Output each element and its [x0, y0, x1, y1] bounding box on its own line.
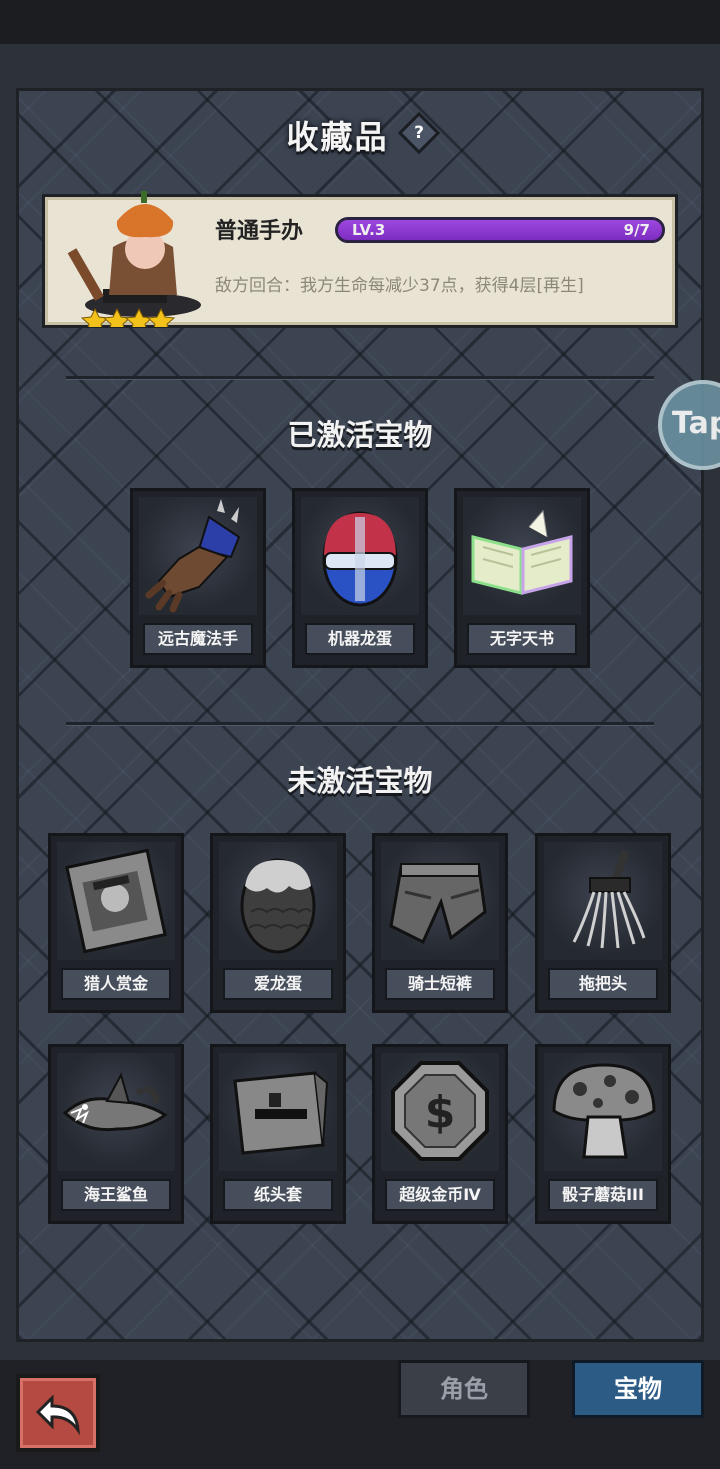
treasure-tile[interactable]: 猎人赏金: [48, 833, 184, 1013]
shark-icon: [62, 1072, 168, 1132]
treasure-tile[interactable]: 纸头套: [210, 1044, 346, 1224]
level-progress-fill: [338, 220, 662, 240]
figure-description: 敌方回合：我方生命每减少37点，获得4层[再生]: [215, 276, 584, 296]
treasure-tile[interactable]: 拖把头: [535, 833, 671, 1013]
egg-icon: [240, 858, 316, 954]
book-icon: [471, 509, 573, 595]
treasure-label: 爱龙蛋: [223, 968, 333, 1000]
treasure-tile[interactable]: 海王鲨鱼: [48, 1044, 184, 1224]
treasure-label: 拖把头: [548, 968, 658, 1000]
treasure-tile[interactable]: 骰子蘑菇III: [535, 1044, 671, 1224]
back-arrow-icon: [35, 1394, 80, 1436]
tab-role[interactable]: 角色: [398, 1360, 530, 1418]
treasure-tile[interactable]: 远古魔法手: [130, 488, 266, 668]
status-bar: [0, 0, 720, 44]
inactive-section-title: 未激活宝物: [287, 764, 433, 798]
tab-treasure[interactable]: 宝物: [572, 1360, 704, 1418]
mushroom-icon: [552, 1063, 656, 1159]
tap-label: Tap: [672, 406, 720, 441]
treasure-tile[interactable]: 爱龙蛋: [210, 833, 346, 1013]
treasure-label: 无字天书: [467, 623, 577, 655]
gauntlet-icon: [145, 499, 241, 613]
help-button[interactable]: ?: [397, 111, 440, 155]
paper-bag-icon: [233, 1071, 329, 1155]
level-label: LV.3: [352, 221, 386, 239]
page-title: 收藏品: [286, 118, 389, 156]
treasure-label: 纸头套: [223, 1179, 333, 1211]
shorts-icon: [389, 863, 487, 945]
treasure-label: 骰子蘑菇III: [548, 1179, 658, 1211]
figure-name: 普通手办: [215, 219, 304, 244]
back-button[interactable]: [16, 1374, 100, 1452]
treasure-tile[interactable]: 无字天书: [454, 488, 590, 668]
treasure-label: 超级金币Ⅳ: [385, 1179, 495, 1211]
coin-icon: $: [391, 1061, 489, 1161]
active-section-title: 已激活宝物: [287, 418, 433, 452]
treasure-label: 机器龙蛋: [305, 623, 415, 655]
svg-text:$: $: [425, 1087, 456, 1138]
figurine-icon: [67, 191, 201, 327]
help-icon: ?: [413, 123, 424, 143]
mop-icon: [572, 849, 646, 949]
divider: [66, 376, 654, 380]
treasure-tile[interactable]: $ 超级金币Ⅳ: [372, 1044, 508, 1224]
treasure-label: 远古魔法手: [143, 623, 253, 655]
treasure-label: 猎人赏金: [61, 968, 171, 1000]
divider: [66, 722, 654, 726]
figure-card[interactable]: 普通手办 LV.3 9/7 敌方回合：我方生命每减少37点，获得4层[再生]: [42, 191, 678, 328]
level-progress-bar: LV.3 9/7: [335, 217, 665, 243]
header: 收藏品 ?: [0, 111, 720, 162]
treasure-label: 骑士短裤: [385, 968, 495, 1000]
treasure-label: 海王鲨鱼: [61, 1179, 171, 1211]
robot-egg-icon: [322, 511, 398, 607]
treasure-tile[interactable]: 机器龙蛋: [292, 488, 428, 668]
progress-count: 9/7: [623, 221, 650, 239]
treasure-tile[interactable]: 骑士短裤: [372, 833, 508, 1013]
wanted-poster-icon: [65, 848, 167, 954]
